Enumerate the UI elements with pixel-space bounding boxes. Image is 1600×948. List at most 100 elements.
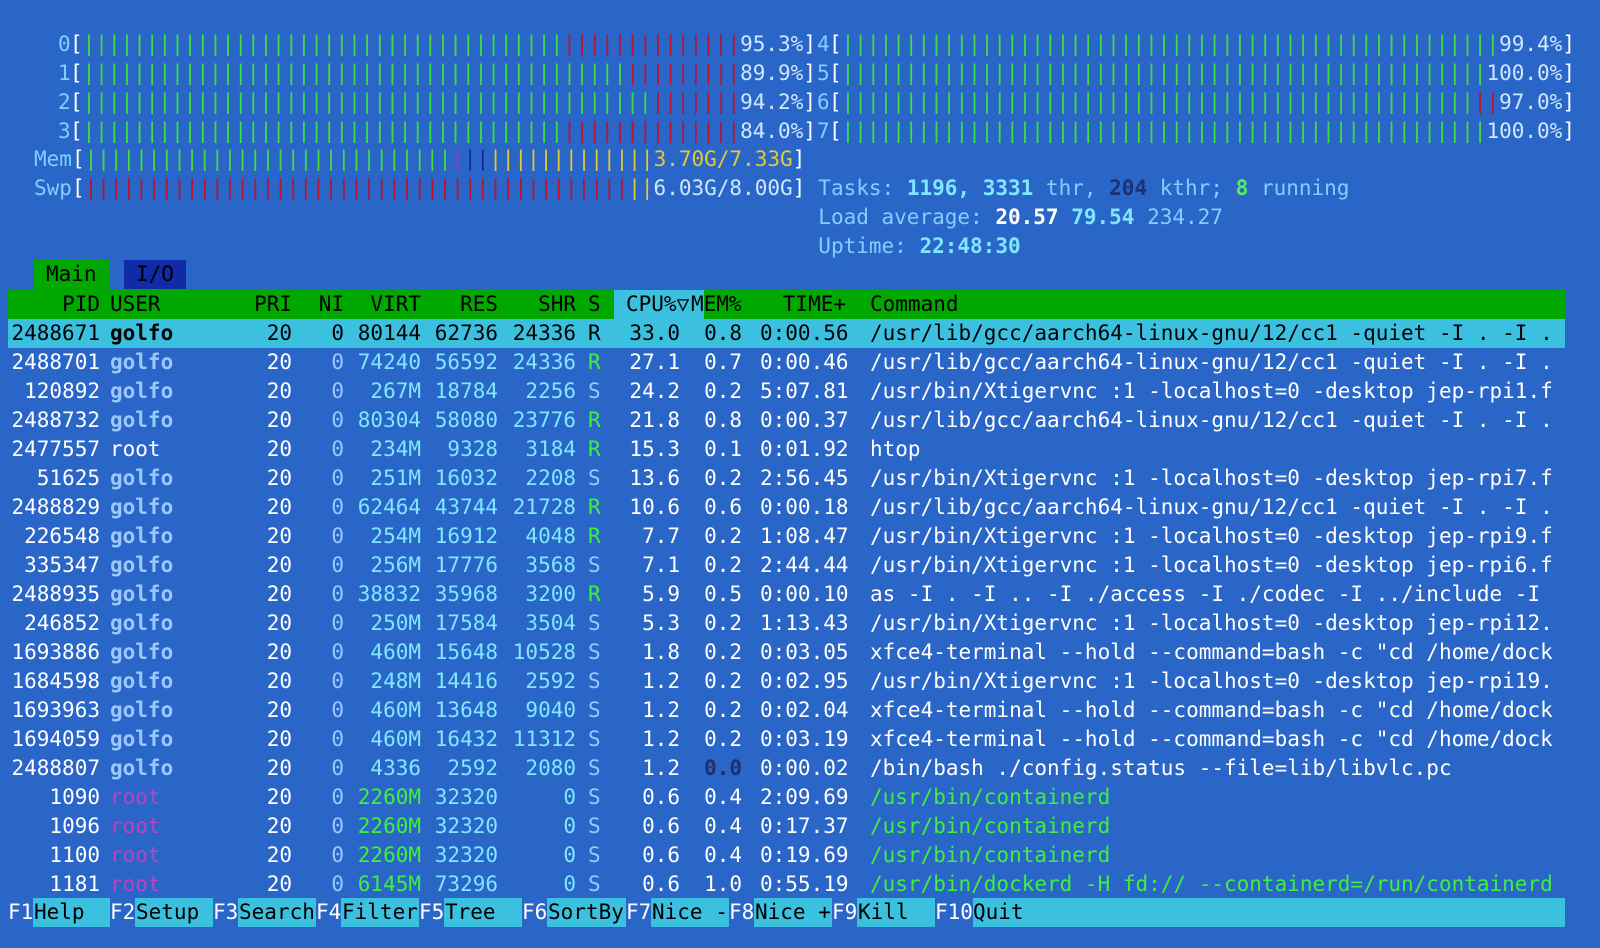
swap-meter: Swp[||||||||||||||||||||||||||||||||||||… xyxy=(34,174,805,203)
footer-key-f5[interactable]: F5 xyxy=(419,898,445,927)
tab-main[interactable]: Main xyxy=(34,260,109,289)
user-cell: golfo xyxy=(110,350,174,374)
bracket-open: [ xyxy=(829,32,842,56)
footer-key-f1[interactable]: F1 xyxy=(8,898,34,927)
cpu-bar-user: ||||||||||||||||||||||||||||||||||||||||… xyxy=(82,61,627,85)
process-row[interactable]: 1090 root 20 0 2260M 32320 0 S 0.6 0.4 2:09.69/usr… xyxy=(8,783,1565,812)
ni-cell: 0 xyxy=(331,437,344,461)
process-row[interactable]: 2488829 golfo 20 0 62464 43744 21728 R 10.6 0.6 0:… xyxy=(8,493,1565,522)
footer-key-f2[interactable]: F2 xyxy=(110,898,136,927)
footer-key-f10[interactable]: F10 xyxy=(935,898,973,927)
process-row[interactable]: 2477557 root 20 0 234M 9328 3184 R 15.3 0.1 0:01.9… xyxy=(8,435,1565,464)
process-row[interactable]: 1096 root 20 0 2260M 32320 0 S 0.6 0.4 0:17.37/usr… xyxy=(8,812,1565,841)
footer-label-f4[interactable]: Filter xyxy=(342,898,418,927)
command-cell: /usr/bin/containerd xyxy=(870,785,1111,809)
tab-io[interactable]: I/O xyxy=(124,260,186,289)
command-cell: /usr/bin/Xtigervnc :1 -localhost=0 -desk… xyxy=(870,524,1553,548)
col-user[interactable]: USER xyxy=(110,290,161,319)
col-shr[interactable]: SHR xyxy=(506,290,576,319)
shr-cell: 3200 xyxy=(525,582,576,606)
cpu-cell: 5.3 xyxy=(642,611,680,635)
footer-label-f8[interactable]: Nice + xyxy=(755,898,831,927)
cpu-bar-user: |||||||||||||||||||||||||||||||||||||| xyxy=(82,32,564,56)
footer-label-f1[interactable]: Help xyxy=(34,898,85,927)
process-row[interactable]: 1693963 golfo 20 0 460M 13648 9040 S 1.2 0.2 0:02.… xyxy=(8,696,1565,725)
footer-label-f10[interactable]: Quit xyxy=(973,898,1024,927)
process-row[interactable]: 335347 golfo 20 0 256M 17776 3568 S 7.1 0.2 2:44.4… xyxy=(8,551,1565,580)
footer-label-f6[interactable]: SortBy xyxy=(548,898,624,927)
cpu-value: 95.3% xyxy=(740,32,804,56)
ni-cell: 0 xyxy=(331,843,344,867)
footer-key-f4[interactable]: F4 xyxy=(316,898,342,927)
command-cell: /usr/bin/Xtigervnc :1 -localhost=0 -desk… xyxy=(870,466,1553,490)
pri-cell: 20 xyxy=(266,785,292,809)
user-cell: golfo xyxy=(110,524,174,548)
command-cell: htop xyxy=(870,437,921,461)
state-cell: S xyxy=(588,466,601,490)
col-pid[interactable]: PID xyxy=(8,290,100,319)
pid-cell: 1684598 xyxy=(11,669,100,693)
footer-label-f3[interactable]: Search xyxy=(239,898,315,927)
footer-label-f2[interactable]: Setup xyxy=(136,898,199,927)
command-cell: /bin/bash ./config.status --file=lib/lib… xyxy=(870,756,1452,780)
col-time[interactable]: TIME+ xyxy=(760,290,846,319)
col-res[interactable]: RES xyxy=(428,290,498,319)
process-row[interactable]: 2488671 golfo 20 0 80144 62736 24336 R 33.0 0.8 0:… xyxy=(8,319,1565,348)
cpu-cell: 1.2 xyxy=(642,698,680,722)
cpu-cell: 21.8 xyxy=(629,408,680,432)
footer-label-f9[interactable]: Kill xyxy=(858,898,909,927)
col-pri[interactable]: PRI xyxy=(248,290,292,319)
state-cell: S xyxy=(588,727,601,751)
col-mem[interactable]: MEM% xyxy=(691,290,742,319)
mem-cell: 0.0 xyxy=(704,756,742,780)
state-cell: S xyxy=(588,553,601,577)
state-cell: S xyxy=(588,872,601,896)
mem-cell: 0.4 xyxy=(704,843,742,867)
process-row[interactable]: 51625 golfo 20 0 251M 16032 2208 S 13.6 0.2 2:56.4… xyxy=(8,464,1565,493)
shr-cell: 2208 xyxy=(525,466,576,490)
state-cell: R xyxy=(588,582,601,606)
mem-cell: 0.4 xyxy=(704,814,742,838)
process-row[interactable]: 246852 golfo 20 0 250M 17584 3504 S 5.3 0.2 1:13.4… xyxy=(8,609,1565,638)
pri-cell: 20 xyxy=(266,669,292,693)
process-row[interactable]: 1693886 golfo 20 0 460M 15648 10528 S 1.8 0.2 0:03… xyxy=(8,638,1565,667)
footer-key-f3[interactable]: F3 xyxy=(213,898,239,927)
process-row[interactable]: 1694059 golfo 20 0 460M 16432 11312 S 1.2 0.2 0:03… xyxy=(8,725,1565,754)
col-command[interactable]: Command xyxy=(870,290,959,319)
col-virt[interactable]: VIRT xyxy=(353,290,421,319)
mem-cell: 0.8 xyxy=(704,408,742,432)
footer-key-f7[interactable]: F7 xyxy=(626,898,652,927)
mem-cell: 0.4 xyxy=(704,785,742,809)
footer-label-f7[interactable]: Nice - xyxy=(652,898,728,927)
time-cell: 0:00.46 xyxy=(760,350,849,374)
state-cell: S xyxy=(588,785,601,809)
col-state[interactable]: S xyxy=(588,290,601,319)
command-cell: xfce4-terminal --hold --command=bash -c … xyxy=(870,727,1553,751)
footer-key-f8[interactable]: F8 xyxy=(729,898,755,927)
process-row[interactable]: 226548 golfo 20 0 254M 16912 4048 R 7.7 0.2 1:08.4… xyxy=(8,522,1565,551)
process-row[interactable]: 1100 root 20 0 2260M 32320 0 S 0.6 0.4 0:19.69/usr… xyxy=(8,841,1565,870)
cpu-bar-user: |||||||||||||||||||||||||||||||||||||| xyxy=(82,119,564,143)
process-row[interactable]: 2488701 golfo 20 0 74240 56592 24336 R 27.1 0.7 0:… xyxy=(8,348,1565,377)
user-cell: golfo xyxy=(110,408,174,432)
col-ni[interactable]: NI xyxy=(308,290,344,319)
process-row[interactable]: 1684598 golfo 20 0 248M 14416 2592 S 1.2 0.2 0:02.… xyxy=(8,667,1565,696)
mem-label: Mem xyxy=(34,147,72,171)
footer-key-f9[interactable]: F9 xyxy=(832,898,858,927)
footer-label-f5[interactable]: Tree xyxy=(445,898,496,927)
process-row[interactable]: 2488935 golfo 20 0 38832 35968 3200 R 5.9 0.5 0:00… xyxy=(8,580,1565,609)
user-cell: golfo xyxy=(110,466,174,490)
shr-cell: 3504 xyxy=(525,611,576,635)
footer-key-f6[interactable]: F6 xyxy=(522,898,548,927)
process-row[interactable]: 120892 golfo 20 0 267M 18784 2256 S 24.2 0.2 5:07.… xyxy=(8,377,1565,406)
function-key-bar: F1 Help F2 Setup F3 Search F4 Filter F5 Tree F6 Sor… xyxy=(8,898,1565,927)
process-row[interactable]: 2488732 golfo 20 0 80304 58080 23776 R 21.8 0.8 0:… xyxy=(8,406,1565,435)
process-row[interactable]: 2488807 golfo 20 0 4336 2592 2080 S 1.2 0.0 0:00.0… xyxy=(8,754,1565,783)
virt-cell: 267M xyxy=(370,379,421,403)
cpu-label: 2 xyxy=(58,90,71,114)
mem-cell: 0.2 xyxy=(704,524,742,548)
virt-cell: 2260M xyxy=(357,785,421,809)
res-cell: 32320 xyxy=(434,785,498,809)
process-row[interactable]: 1181 root 20 0 6145M 73296 0 S 0.6 1.0 0:55.19/usr… xyxy=(8,870,1565,899)
cpu-value: 100.0% xyxy=(1486,119,1563,143)
